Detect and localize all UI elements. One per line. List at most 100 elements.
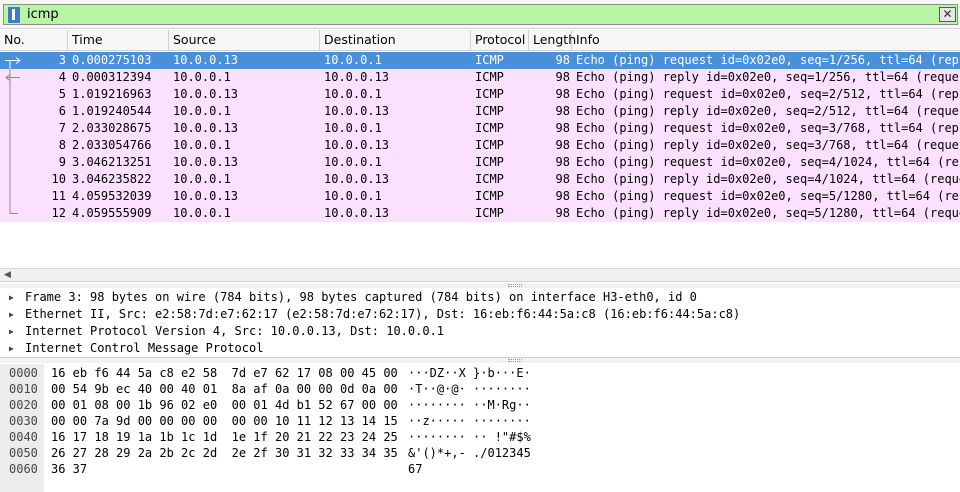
packet-list-header: No. Time Source Destination Protocol Len…: [0, 30, 960, 51]
bytes-hex: 00 54 9b ec 40 00 40 01 8a af 0a 00 00 0…: [51, 382, 398, 396]
cell-time: 4.059532039: [72, 189, 152, 203]
cell-destination: 10.0.0.1: [324, 121, 382, 135]
cell-destination: 10.0.0.1: [324, 53, 382, 67]
col-destination[interactable]: Destination: [320, 30, 471, 51]
cell-time: 2.033028675: [72, 121, 152, 135]
packet-bytes: 0000 16 eb f6 44 5a c8 e2 58 7d e7 62 17 …: [0, 364, 960, 492]
cell-no: 6: [58, 104, 66, 118]
bytes-offset: 0040: [9, 430, 38, 444]
cell-protocol: ICMP: [475, 155, 504, 169]
cell-no: 5: [58, 87, 66, 101]
bytes-hex: 00 01 08 00 1b 96 02 e0 00 01 4d b1 52 6…: [51, 398, 398, 412]
cell-length: 98: [555, 172, 570, 186]
bytes-hex: 26 27 28 29 2a 2b 2c 2d 2e 2f 30 31 32 3…: [51, 446, 398, 460]
cell-source: 10.0.0.1: [173, 138, 231, 152]
cell-time: 2.033054766: [72, 138, 152, 152]
col-protocol[interactable]: Protocol: [471, 30, 529, 51]
packet-row[interactable]: 9 3.046213251 10.0.0.13 10.0.0.1 ICMP 98 Echo …: [0, 154, 960, 171]
cell-source: 10.0.0.1: [173, 206, 231, 220]
cell-destination: 10.0.0.13: [324, 138, 390, 152]
cell-no: 12: [51, 206, 66, 220]
bytes-ascii: 67: [408, 462, 423, 476]
cell-protocol: ICMP: [475, 172, 504, 186]
cell-time: 1.019240544: [72, 104, 152, 118]
cell-no: 4: [58, 70, 66, 84]
cell-time: 3.046235822: [72, 172, 152, 186]
cell-info: Echo (ping) request id=0x02e0, seq=5/128…: [576, 189, 960, 203]
cell-source: 10.0.0.1: [173, 104, 231, 118]
filter-text[interactable]: icmp: [27, 7, 59, 22]
cell-protocol: ICMP: [475, 104, 504, 118]
col-source[interactable]: Source: [169, 30, 320, 51]
col-info[interactable]: Info: [572, 30, 960, 51]
col-time[interactable]: Time: [68, 30, 169, 51]
expand-arrow-icon[interactable]: ▶: [9, 323, 14, 340]
cell-info: Echo (ping) request id=0x02e0, seq=2/512…: [576, 87, 960, 101]
cell-length: 98: [555, 121, 570, 135]
cell-length: 98: [555, 155, 570, 169]
cell-info: Echo (ping) reply id=0x02e0, seq=5/1280,…: [576, 206, 960, 220]
bytes-offset: 0010: [9, 382, 38, 396]
packet-row[interactable]: 4 0.000312394 10.0.0.1 10.0.0.13 ICMP 98 Echo …: [0, 69, 960, 86]
cell-destination: 10.0.0.1: [324, 155, 382, 169]
packet-row[interactable]: 3 0.000275103 10.0.0.13 10.0.0.1 ICMP 98 Echo …: [0, 52, 960, 69]
packet-row[interactable]: 11 4.059532039 10.0.0.13 10.0.0.1 ICMP 98 Echo…: [0, 188, 960, 205]
bytes-offset: 0000: [9, 366, 38, 380]
bytes-offset: 0020: [9, 398, 38, 412]
cell-destination: 10.0.0.13: [324, 206, 390, 220]
packet-row[interactable]: 6 1.019240544 10.0.0.1 10.0.0.13 ICMP 98 Echo …: [0, 103, 960, 120]
cell-no: 3: [58, 53, 66, 67]
bytes-offset: 0030: [9, 414, 38, 428]
bytes-ascii: ·T··@·@· ········: [408, 382, 531, 396]
bytes-ascii: ········ ··M·Rg··: [408, 398, 531, 412]
pane-splitter[interactable]: [0, 358, 960, 363]
bookmark-icon[interactable]: [8, 7, 20, 23]
cell-info: Echo (ping) reply id=0x02e0, seq=4/1024,…: [576, 172, 960, 186]
cell-no: 8: [58, 138, 66, 152]
cell-source: 10.0.0.13: [173, 155, 239, 169]
cell-protocol: ICMP: [475, 121, 504, 135]
packet-row[interactable]: 10 3.046235822 10.0.0.1 10.0.0.13 ICMP 98 Echo…: [0, 171, 960, 188]
scroll-left-icon[interactable]: ◀: [4, 270, 11, 280]
cell-time: 0.000312394: [72, 70, 152, 84]
cell-time: 3.046213251: [72, 155, 152, 169]
clear-filter-button[interactable]: ✕: [939, 7, 956, 22]
display-filter-input[interactable]: icmp ✕: [3, 4, 958, 25]
cell-time: 4.059555909: [72, 206, 152, 220]
expand-arrow-icon[interactable]: ▶: [9, 306, 14, 323]
bytes-hex: 00 00 7a 9d 00 00 00 00 00 00 10 11 12 1…: [51, 414, 398, 428]
cell-length: 98: [555, 189, 570, 203]
packet-row[interactable]: 7 2.033028675 10.0.0.13 10.0.0.1 ICMP 98 Echo …: [0, 120, 960, 137]
cell-length: 98: [555, 87, 570, 101]
cell-length: 98: [555, 138, 570, 152]
packet-row[interactable]: 8 2.033054766 10.0.0.1 10.0.0.13 ICMP 98 Echo …: [0, 137, 960, 154]
packet-row[interactable]: 5 1.019216963 10.0.0.13 10.0.0.1 ICMP 98 Echo …: [0, 86, 960, 103]
cell-protocol: ICMP: [475, 53, 504, 67]
cell-source: 10.0.0.1: [173, 70, 231, 84]
cell-source: 10.0.0.1: [173, 172, 231, 186]
packet-list-hscrollbar[interactable]: ◀: [0, 268, 960, 281]
cell-protocol: ICMP: [475, 138, 504, 152]
cell-no: 9: [58, 155, 66, 169]
cell-time: 1.019216963: [72, 87, 152, 101]
cell-destination: 10.0.0.13: [324, 104, 390, 118]
cell-length: 98: [555, 206, 570, 220]
cell-length: 98: [555, 70, 570, 84]
packet-details: ▶ Frame 3: 98 bytes on wire (784 bits), …: [0, 288, 960, 358]
cell-info: Echo (ping) request id=0x02e0, seq=1/256…: [576, 53, 960, 67]
col-no[interactable]: No.: [0, 30, 68, 51]
col-length[interactable]: Length: [529, 30, 576, 51]
bytes-ascii: ···DZ··X }·b···E·: [408, 366, 531, 380]
cell-source: 10.0.0.13: [173, 121, 239, 135]
bytes-offset: 0050: [9, 446, 38, 460]
packet-row[interactable]: 12 4.059555909 10.0.0.1 10.0.0.13 ICMP 98 Echo…: [0, 205, 960, 222]
cell-protocol: ICMP: [475, 189, 504, 203]
cell-destination: 10.0.0.1: [324, 87, 382, 101]
expand-arrow-icon[interactable]: ▶: [9, 340, 14, 357]
cell-destination: 10.0.0.1: [324, 189, 382, 203]
expand-arrow-icon[interactable]: ▶: [9, 289, 14, 306]
bytes-ascii: &'()*+,- ./012345: [408, 446, 531, 460]
bytes-hex: 16 17 18 19 1a 1b 1c 1d 1e 1f 20 21 22 2…: [51, 430, 398, 444]
cell-source: 10.0.0.13: [173, 87, 239, 101]
cell-source: 10.0.0.13: [173, 53, 239, 67]
